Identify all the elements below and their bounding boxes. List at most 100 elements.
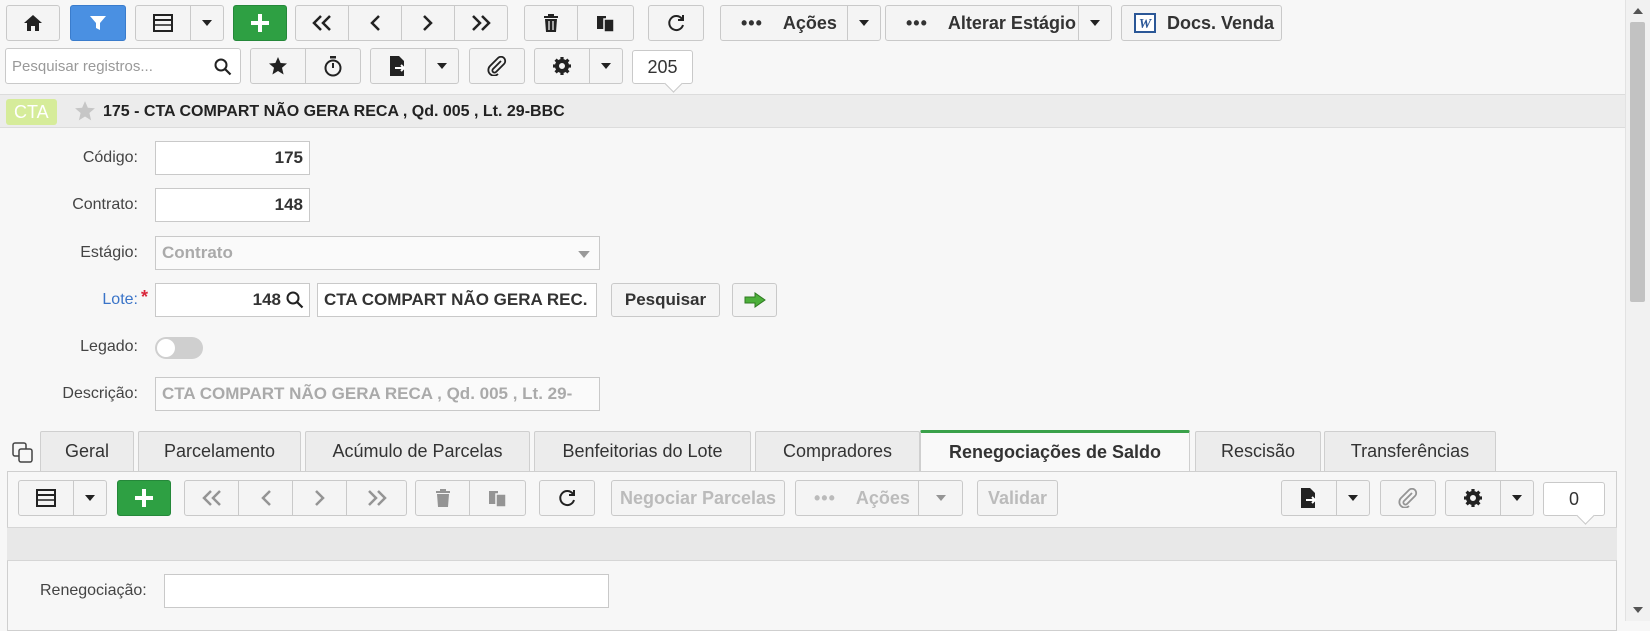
- sub-refresh-button[interactable]: [539, 480, 595, 516]
- svg-text:W: W: [1139, 17, 1153, 32]
- tab-rescisao[interactable]: Rescisão: [1195, 431, 1321, 471]
- sub-grid-view-dropdown[interactable]: [73, 480, 107, 516]
- tab-label: Geral: [64, 441, 109, 461]
- sub-settings-dropdown[interactable]: [1500, 480, 1534, 516]
- refresh-button[interactable]: [648, 5, 704, 41]
- last-record-button[interactable]: [454, 5, 508, 41]
- sub-last-button[interactable]: [346, 480, 407, 516]
- copy-tabs-icon[interactable]: [12, 442, 34, 464]
- grid-view-dropdown[interactable]: [190, 5, 224, 41]
- codigo-value: 175: [274, 148, 303, 167]
- lote-field[interactable]: 148: [155, 283, 310, 317]
- tab-transferencias[interactable]: Transferências: [1324, 431, 1496, 471]
- lote-description-field[interactable]: CTA COMPART NÃO GERA REC.: [317, 283, 597, 317]
- sub-export-dropdown[interactable]: [1336, 480, 1370, 516]
- contrato-label: Contrato:: [72, 196, 138, 213]
- renegociacao-field[interactable]: [164, 574, 609, 608]
- gear-icon: [553, 57, 571, 75]
- sub-previous-button[interactable]: [238, 480, 293, 516]
- grid-view-button[interactable]: [135, 5, 191, 41]
- caret-down-icon: [859, 20, 869, 26]
- word-document-icon: W: [1134, 13, 1156, 33]
- timer-button[interactable]: [305, 48, 361, 84]
- alter-stage-dropdown[interactable]: [1078, 5, 1112, 41]
- star-outline-icon[interactable]: [73, 100, 97, 122]
- alter-stage-button[interactable]: ••• Alterar Estágio: [885, 5, 1079, 41]
- home-button[interactable]: [6, 5, 60, 41]
- stopwatch-icon: [324, 56, 342, 77]
- lote-label[interactable]: Lote:: [6, 291, 138, 309]
- sub-grid-view-button[interactable]: [18, 480, 74, 516]
- estagio-select[interactable]: Contrato: [155, 236, 600, 270]
- previous-record-button[interactable]: [348, 5, 402, 41]
- copy-icon: [488, 491, 507, 508]
- tab-label: Compradores: [782, 441, 893, 461]
- sub-settings-button[interactable]: [1445, 480, 1501, 516]
- sales-docs-button[interactable]: W Docs. Venda: [1121, 5, 1282, 41]
- first-record-button[interactable]: [295, 5, 349, 41]
- sub-export-button[interactable]: [1281, 480, 1337, 516]
- estagio-label: Estágio:: [80, 244, 138, 261]
- record-title: 175 - CTA COMPART NÃO GERA RECA , Qd. 00…: [103, 103, 565, 120]
- record-count-bubble: 205: [632, 50, 693, 84]
- next-record-button[interactable]: [401, 5, 455, 41]
- descricao-field[interactable]: CTA COMPART NÃO GERA RECA , Qd. 005 , Lt…: [155, 377, 600, 411]
- sub-attachment-button[interactable]: [1380, 480, 1436, 516]
- negociar-parcelas-button[interactable]: Negociar Parcelas: [611, 480, 785, 516]
- sub-copy-button[interactable]: [469, 480, 526, 516]
- home-icon: [24, 15, 42, 31]
- sub-add-button[interactable]: [117, 480, 171, 516]
- renegociacao-label: Renegociação:: [40, 582, 147, 599]
- codigo-field[interactable]: 175: [155, 141, 310, 175]
- tab-label: Parcelamento: [163, 441, 276, 461]
- tab-compradores[interactable]: Compradores: [755, 431, 920, 471]
- grid-header-strip: [7, 527, 1617, 561]
- actions-menu-button[interactable]: ••• Ações: [720, 5, 848, 41]
- alter-stage-label: Alterar Estágio: [947, 12, 1076, 33]
- caret-down-icon: [1348, 495, 1358, 501]
- double-chevron-right-icon: [472, 15, 491, 31]
- attachment-button[interactable]: [469, 48, 525, 84]
- sub-delete-button[interactable]: [415, 480, 470, 516]
- tab-label: Transferências: [1350, 441, 1470, 461]
- add-record-button[interactable]: [233, 5, 287, 41]
- tab-benfeitorias-do-lote[interactable]: Benfeitorias do Lote: [534, 431, 751, 471]
- export-button[interactable]: [370, 48, 426, 84]
- actions-dropdown[interactable]: [847, 5, 881, 41]
- pesquisar-button[interactable]: Pesquisar: [611, 283, 720, 317]
- plus-icon: [135, 489, 153, 507]
- sub-actions-button[interactable]: ••• Ações: [795, 480, 919, 516]
- legado-toggle[interactable]: [155, 337, 203, 359]
- tab-acumulo-de-parcelas[interactable]: Acúmulo de Parcelas: [305, 431, 530, 471]
- actions-label: Ações: [782, 12, 837, 33]
- validar-button[interactable]: Validar: [977, 480, 1058, 516]
- tab-renegociacoes-de-saldo[interactable]: Renegociações de Saldo: [920, 430, 1190, 471]
- delete-button[interactable]: [524, 5, 578, 41]
- sub-first-button[interactable]: [184, 480, 239, 516]
- caret-down-icon: [437, 63, 447, 69]
- search-icon[interactable]: [286, 291, 304, 309]
- settings-button[interactable]: [534, 48, 590, 84]
- search-input[interactable]: [6, 49, 206, 83]
- search-icon[interactable]: [214, 58, 232, 76]
- settings-dropdown[interactable]: [589, 48, 623, 84]
- contrato-field[interactable]: 148: [155, 188, 310, 222]
- refresh-icon: [668, 15, 684, 32]
- double-chevron-left-icon: [312, 15, 331, 31]
- filter-button[interactable]: [70, 5, 126, 41]
- export-dropdown[interactable]: [425, 48, 459, 84]
- double-chevron-left-icon: [201, 490, 221, 506]
- codigo-label: Código:: [82, 149, 138, 166]
- scroll-down-arrow-icon[interactable]: [1633, 607, 1643, 613]
- sub-actions-dropdown[interactable]: [918, 480, 963, 516]
- sub-record-count-bubble: 0: [1543, 482, 1605, 516]
- tab-label: Renegociações de Saldo: [948, 441, 1162, 462]
- sub-next-button[interactable]: [292, 480, 347, 516]
- tab-parcelamento[interactable]: Parcelamento: [138, 431, 301, 471]
- page-scrollbar-thumb[interactable]: [1630, 22, 1645, 302]
- tab-geral[interactable]: Geral: [40, 431, 134, 471]
- favorite-button[interactable]: [250, 48, 306, 84]
- copy-button[interactable]: [577, 5, 634, 41]
- go-to-lote-button[interactable]: [732, 283, 777, 317]
- scroll-up-arrow-icon[interactable]: [1633, 8, 1643, 14]
